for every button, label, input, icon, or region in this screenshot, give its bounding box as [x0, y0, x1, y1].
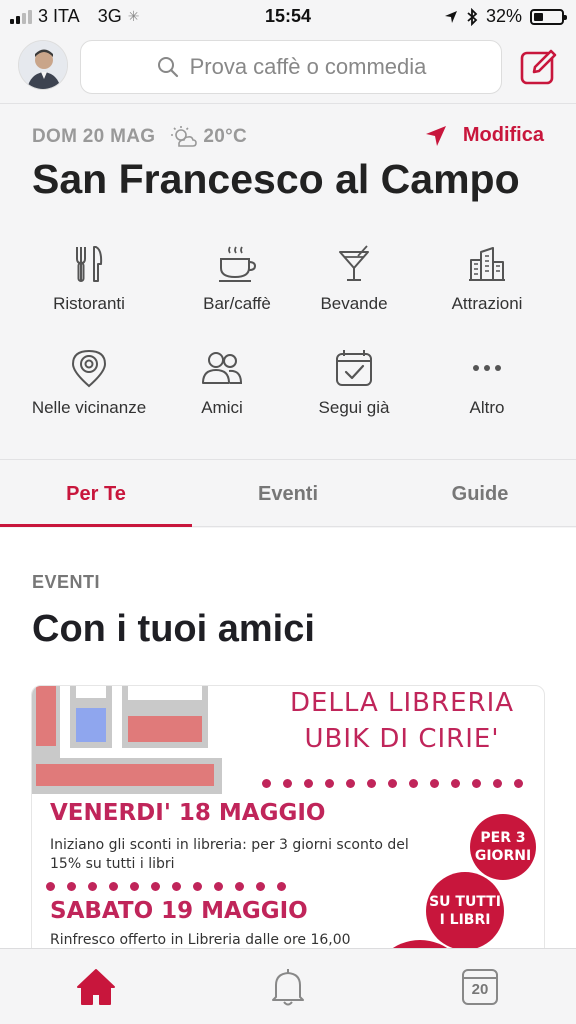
avatar-photo — [19, 41, 67, 89]
poster-badge-1: PER 3 GIORNI — [470, 814, 536, 880]
temperature: 20°C — [203, 126, 248, 147]
category-label: Nelle vicinanze — [31, 398, 147, 417]
city-title: San Francesco al Campo — [32, 156, 520, 202]
avatar[interactable] — [18, 40, 68, 90]
section-title: Con i tuoi amici — [32, 608, 315, 650]
location-arrow-icon — [425, 125, 446, 146]
poster-badge-2: SU TUTTI I LIBRI — [426, 872, 504, 948]
buildings-icon — [469, 247, 505, 281]
poster-text-2: Rinfresco offerto in Libreria dalle ore … — [50, 932, 351, 948]
home-icon[interactable] — [76, 967, 116, 1007]
date-weather-row: DOM 20 MAG 20°C — [32, 126, 247, 148]
tab-guide[interactable]: Guide — [384, 461, 576, 526]
fork-knife-icon — [76, 246, 103, 282]
tab-bar: Per Te Eventi Guide — [0, 461, 576, 527]
category-nelle-vicinanze[interactable]: Nelle vicinanze — [17, 348, 161, 418]
category-altro[interactable]: Altro — [415, 348, 559, 418]
bluetooth-icon — [467, 7, 478, 26]
poster-dots-1 — [262, 779, 523, 788]
poster-heading-2: SABATO 19 MAGGIO — [50, 898, 308, 924]
location-pin-icon — [71, 349, 107, 388]
category-bevande[interactable]: Bevande — [282, 244, 426, 314]
poster-heading-1: VENERDI' 18 MAGGIO — [50, 800, 326, 826]
weather: 20°C — [171, 126, 247, 148]
poster-title-line1: DELLA LIBRERIA — [289, 688, 515, 718]
poster-text-1: Iniziano gli sconti in libreria: per 3 g… — [50, 837, 409, 872]
feed-content: EVENTI Con i tuoi amici DELLA LIBRERIA U… — [0, 528, 576, 948]
battery-icon — [530, 8, 567, 25]
category-label: Altro — [469, 398, 505, 417]
category-attrazioni[interactable]: Attrazioni — [415, 244, 559, 314]
location-panel: DOM 20 MAG 20°C Modifica San Francesco a… — [0, 104, 576, 460]
category-segui-gia[interactable]: Segui già — [282, 348, 426, 418]
compose-icon[interactable] — [520, 48, 558, 86]
friends-icon — [202, 352, 242, 384]
poster-title-line2: UBIK DI CIRIE' — [304, 724, 500, 754]
search-input[interactable]: Prova caffè o commedia — [80, 40, 502, 94]
search-icon — [157, 57, 178, 78]
status-bar: 3 ITA 3G ✳ 15:54 32% — [0, 0, 576, 34]
tab-per-te[interactable]: Per Te — [0, 461, 192, 527]
edit-location-label: Modifica — [462, 124, 544, 146]
cocktail-icon — [339, 245, 369, 281]
location-arrow-icon — [444, 10, 457, 23]
category-amici[interactable]: Amici — [150, 348, 294, 418]
header: Prova caffè o commedia — [0, 34, 576, 104]
category-ristoranti[interactable]: Ristoranti — [17, 244, 161, 314]
event-card[interactable]: DELLA LIBRERIA UBIK DI CIRIE' VENERDI' 1… — [31, 685, 545, 948]
date-label: DOM 20 MAG — [32, 126, 156, 147]
bell-icon[interactable] — [268, 967, 308, 1007]
poster-dots-2 — [46, 882, 286, 891]
battery-percent: 32% — [485, 6, 522, 26]
poster-illustration — [32, 686, 222, 794]
bottom-nav: 20 — [0, 948, 576, 1024]
search-placeholder: Prova caffè o commedia — [189, 54, 427, 79]
calendar-day: 20 — [471, 981, 489, 998]
calendar-check-icon — [336, 350, 372, 386]
section-kicker: EVENTI — [32, 572, 101, 592]
edit-location-button[interactable]: Modifica — [425, 124, 544, 147]
category-label: Attrazioni — [451, 294, 523, 313]
category-label: Bevande — [320, 294, 388, 313]
partly-cloudy-icon — [171, 126, 198, 147]
category-label: Ristoranti — [53, 294, 125, 313]
more-icon — [473, 365, 501, 371]
status-right: 32% — [444, 6, 567, 27]
tab-eventi[interactable]: Eventi — [192, 461, 384, 526]
category-label: Segui già — [318, 398, 390, 417]
coffee-cup-icon — [219, 246, 257, 282]
category-label: Amici — [201, 398, 243, 417]
calendar-nav-button[interactable]: 20 — [460, 967, 500, 1007]
